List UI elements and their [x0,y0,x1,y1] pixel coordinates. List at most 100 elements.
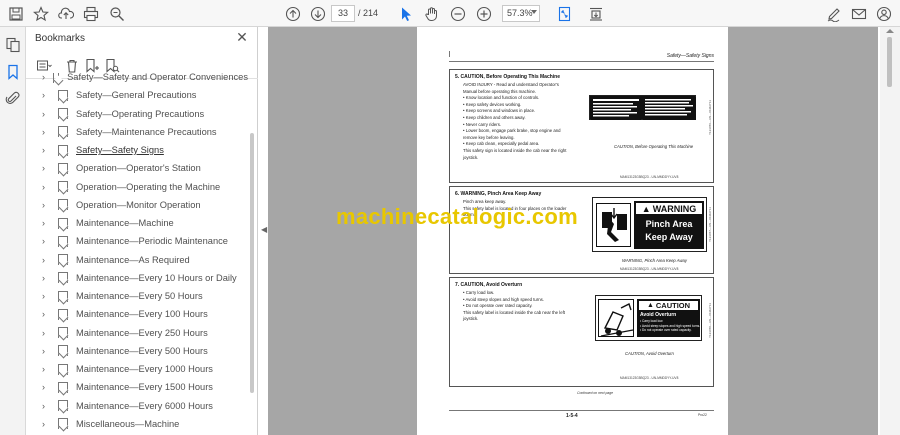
account-icon[interactable] [874,4,894,24]
bookmark-label: Maintenance—Every 1000 Hours [76,364,213,374]
chevron-right-icon[interactable]: › [42,346,52,356]
zoom-dropdown-chevron-icon[interactable] [531,10,537,14]
bookmark-icon [58,327,68,338]
caution-line: • Do not operate over rated capacity. [640,328,692,333]
bookmark-label: Maintenance—Every 50 Hours [76,291,203,301]
pages-thumbnails-icon[interactable] [3,35,23,55]
bookmark-item[interactable]: › Maintenance—Every 6000 Hours [26,397,248,415]
chevron-right-icon[interactable]: › [42,401,52,411]
bookmark-item[interactable]: › Miscellaneous—Machine [26,415,248,433]
bookmark-item[interactable]: › Maintenance—Every 1500 Hours [26,378,248,396]
close-icon[interactable]: ✕ [234,30,250,46]
scroll-up-arrow-icon[interactable] [886,29,894,33]
fit-page-icon[interactable] [555,4,575,24]
bookmark-item[interactable]: › Maintenance—Every 100 Hours [26,305,248,323]
bookmark-label: Safety—General Precautions [76,90,197,101]
bookmark-item[interactable]: › Maintenance—Periodic Maintenance [26,232,248,250]
bookmark-item[interactable]: › Maintenance—Every 10 Hours or Daily [26,269,248,287]
chevron-right-icon[interactable]: › [42,163,52,173]
bookmark-item[interactable]: › Safety—General Precautions [26,86,248,104]
bookmarks-panel-title: Bookmarks [35,33,86,44]
chevron-right-icon[interactable]: › [42,73,47,82]
body-line: • Keep safety devices working. [463,101,522,107]
bookmark-item[interactable]: › Maintenance—Machine [26,214,248,232]
bookmark-item[interactable]: › Operation—Operating the Machine [26,178,248,196]
save-icon[interactable] [6,4,26,24]
bookmark-item[interactable]: › Safety—Maintenance Precautions [26,123,248,141]
next-page-icon[interactable] [308,4,328,24]
scroll-mode-icon[interactable] [586,4,606,24]
body-line: • Do not operate over rated capacity. [463,303,533,309]
watermark-text: machinecatalogic.com [336,204,578,229]
bookmarks-panel: Bookmarks ✕ › Safety—Safety and Operator … [26,27,258,435]
warning-decal-image: ▲ WARNING Pinch Area Keep Away [592,197,707,252]
chevron-right-icon[interactable]: › [42,382,52,392]
caution-decal-image [589,95,696,120]
bookmark-icon [58,217,68,229]
bookmark-icon [58,126,68,138]
bookmark-star-icon[interactable] [31,4,51,24]
chevron-right-icon[interactable]: › [42,273,52,283]
bookmark-item[interactable]: › Maintenance—Every 250 Hours [26,324,248,342]
chevron-right-icon[interactable]: › [42,328,52,338]
bookmark-item[interactable]: › Maintenance—Every 1000 Hours [26,360,248,378]
side-reference-code: T123456—UN—01MAY11 [708,100,712,135]
body-line: • Carry load low. [463,290,495,295]
chevron-right-icon[interactable]: › [42,109,52,119]
chevron-right-icon[interactable]: › [42,90,52,100]
zoom-out-icon[interactable] [448,4,468,24]
hand-tool-icon[interactable] [422,4,442,24]
figure-caption: WARNING, Pinch Area Keep Away [622,258,687,263]
alert-triangle-icon: ▲ [641,203,651,214]
page-number-input[interactable]: 33 [331,5,355,22]
chevron-right-icon[interactable]: › [42,200,52,210]
body-line: remove key before leaving. [463,134,515,140]
bookmarks-panel-icon[interactable] [3,62,23,82]
previous-page-icon[interactable] [283,4,303,24]
bookmark-item[interactable]: › Maintenance—Every 500 Hours [26,342,248,360]
bookmark-item[interactable]: › Safety—Safety Signs [26,141,248,159]
chevron-right-icon[interactable]: › [42,291,52,301]
bookmark-icon [58,108,68,119]
bookmark-item[interactable]: › Operation—Operator's Station [26,159,248,177]
caution-decal-image: ▲ CAUTION Avoid Overturn • Carry load lo… [595,295,702,341]
bookmark-label: Miscellaneous—Machine [76,418,180,429]
sign-pen-icon[interactable] [824,4,844,24]
chevron-right-icon[interactable]: › [42,419,52,429]
bookmark-item[interactable]: › Maintenance—As Required [26,251,248,269]
bookmark-icon [58,254,68,265]
body-line: joystick. [463,154,479,160]
safety-sign-section-5: 5. CAUTION, Before Operating This Machin… [449,69,714,183]
side-reference-code: T123458—UN—01MAY11 [708,303,712,338]
zoom-in-icon[interactable] [474,4,494,24]
chevron-right-icon[interactable]: › [42,236,52,246]
bookmark-item[interactable]: › Safety—Safety and Operator Conveniences [26,73,248,86]
chevron-right-icon[interactable]: › [42,145,52,155]
bookmark-item[interactable]: › Safety—Operating Precautions [26,105,248,123]
bookmark-item[interactable]: › Maintenance—Every 50 Hours [26,287,248,305]
main-toolbar: 33 / 214 57.3% [0,0,900,27]
upload-cloud-icon[interactable] [56,4,76,24]
chevron-right-icon[interactable]: › [42,309,52,319]
bookmark-label: Maintenance—As Required [76,254,190,265]
bookmark-icon [58,308,68,320]
chevron-right-icon[interactable]: › [42,127,52,137]
chevron-right-icon[interactable]: › [42,182,52,192]
caution-header-text: CAUTION [655,301,691,310]
email-icon[interactable] [849,4,869,24]
chevron-right-icon[interactable]: › [42,364,52,374]
search-zoom-icon[interactable] [107,4,127,24]
bookmark-icon [53,73,60,83]
select-cursor-icon[interactable] [396,4,416,24]
overturn-hazard-icon [598,299,634,337]
collapse-panel-arrow-icon[interactable]: ◀ [261,225,267,234]
attachments-paperclip-icon[interactable] [3,88,23,108]
bookmarks-scrollbar[interactable] [250,73,255,435]
scrollbar-thumb[interactable] [887,37,892,87]
document-scrollbar[interactable] [880,27,900,435]
chevron-right-icon[interactable]: › [42,218,52,228]
bookmark-item[interactable]: › Operation—Monitor Operation [26,196,248,214]
chevron-right-icon[interactable]: › [42,255,52,265]
scrollbar-thumb[interactable] [250,133,254,393]
print-icon[interactable] [81,4,101,24]
